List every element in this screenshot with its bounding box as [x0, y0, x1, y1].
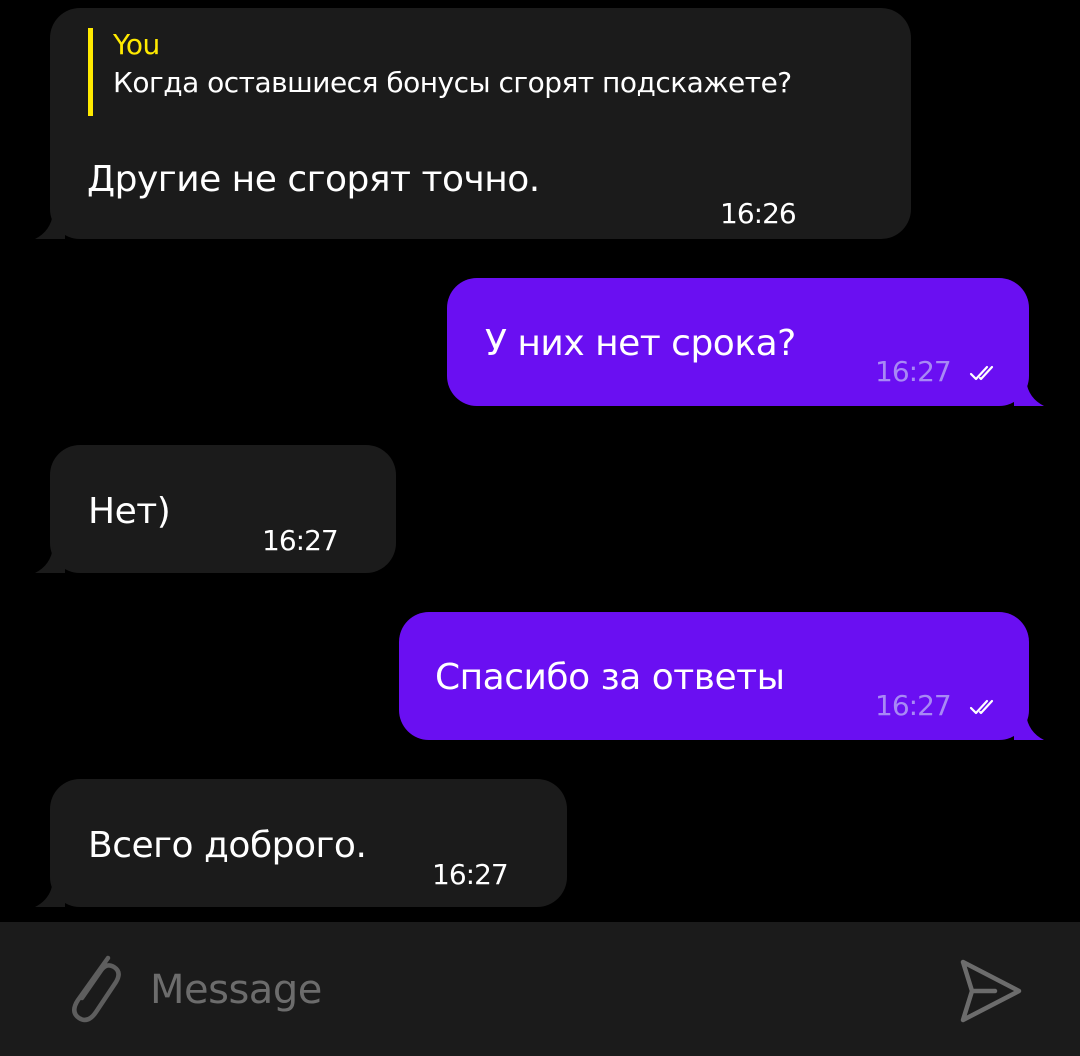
- message-text: У них нет срока?: [485, 323, 796, 364]
- message-time: 16:27: [875, 355, 952, 388]
- paperclip-icon[interactable]: [62, 950, 126, 1030]
- message-input[interactable]: [150, 962, 910, 1018]
- reply-quote[interactable]: You Когда оставшиеся бонусы сгорят подск…: [88, 28, 792, 116]
- message-text: Спасибо за ответы: [435, 657, 785, 698]
- reply-author: You: [113, 28, 160, 61]
- message-text: Другие не сгорят точно.: [87, 159, 540, 200]
- message-bubble-outgoing[interactable]: У них нет срока? 16:27: [447, 278, 1044, 406]
- bubble-tail: [35, 881, 65, 907]
- send-icon[interactable]: [955, 958, 1025, 1024]
- message-bubble-outgoing[interactable]: Спасибо за ответы 16:27: [399, 612, 1044, 740]
- bubble-tail: [35, 213, 65, 239]
- message-time: 16:27: [262, 524, 339, 557]
- message-bubble-incoming[interactable]: You Когда оставшиеся бонусы сгорят подск…: [35, 8, 911, 239]
- read-checks-icon: [969, 699, 994, 715]
- message-text: Нет): [88, 491, 171, 532]
- message-time: 16:26: [720, 197, 797, 230]
- bubble-tail: [1014, 714, 1044, 740]
- message-bubble-incoming[interactable]: Всего доброго. 16:27: [35, 779, 567, 907]
- message-bubble-incoming[interactable]: Нет) 16:27: [35, 445, 396, 573]
- message-text: Всего доброго.: [88, 825, 367, 866]
- message-time: 16:27: [432, 858, 509, 891]
- message-composer: [0, 922, 1080, 1056]
- reply-text: Когда оставшиеся бонусы сгорят подскажет…: [113, 66, 792, 99]
- read-checks-icon: [969, 365, 994, 381]
- bubble-tail: [35, 547, 65, 573]
- bubble-tail: [1014, 380, 1044, 406]
- message-time: 16:27: [875, 689, 952, 722]
